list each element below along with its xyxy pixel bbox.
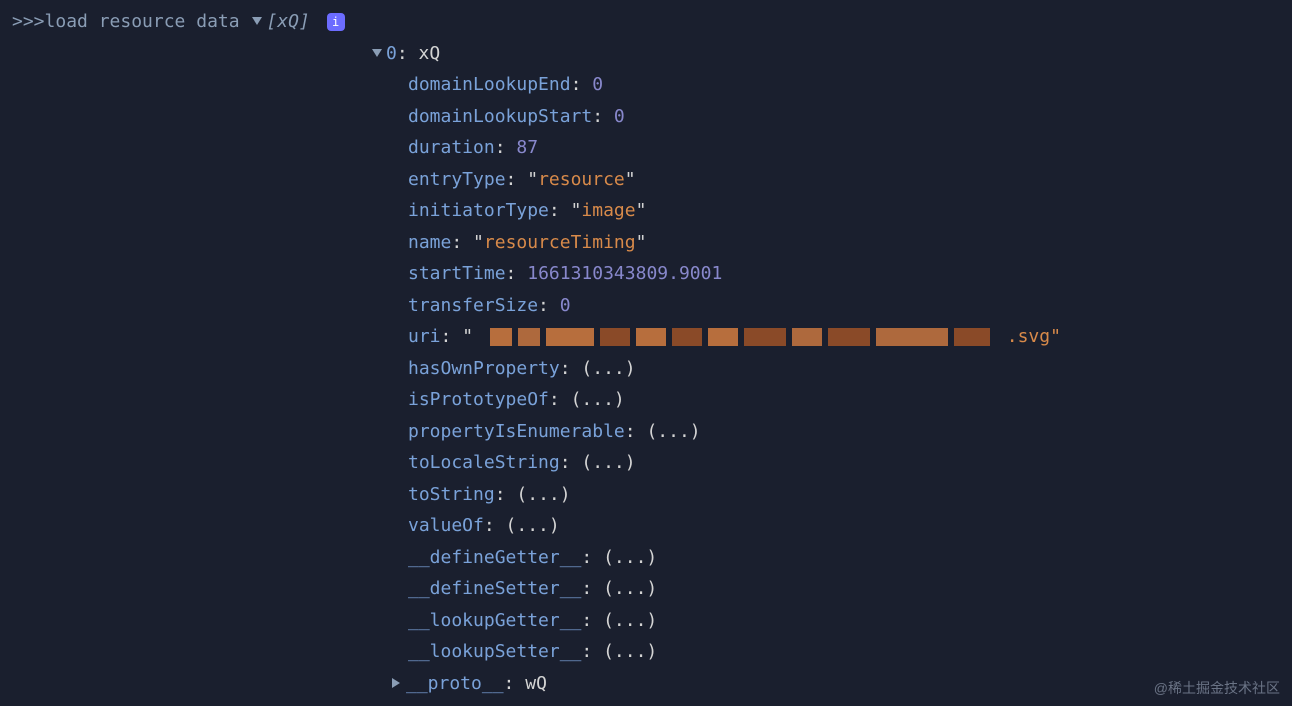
info-icon[interactable]: i — [327, 13, 345, 31]
redacted-uri — [490, 328, 990, 346]
prop-initiatorType[interactable]: initiatorType: "image" — [12, 195, 1280, 227]
prop-name[interactable]: name: "resourceTiming" — [12, 227, 1280, 259]
prop-uri[interactable]: uri: " .svg" — [12, 321, 1280, 353]
uri-suffix: .svg" — [1007, 326, 1061, 347]
prop-isPrototypeOf[interactable]: isPrototypeOf: (...) — [12, 384, 1280, 416]
prop-domainLookupEnd[interactable]: domainLookupEnd: 0 — [12, 69, 1280, 101]
prop-lookupSetter[interactable]: __lookupSetter__: (...) — [12, 636, 1280, 668]
prop-duration[interactable]: duration: 87 — [12, 132, 1280, 164]
array-entry-0[interactable]: 0: xQ — [12, 38, 1280, 70]
prop-hasOwnProperty[interactable]: hasOwnProperty: (...) — [12, 353, 1280, 385]
entry-index: 0 — [386, 43, 397, 64]
entry-type: xQ — [419, 43, 441, 64]
prompt: >>> — [12, 11, 45, 32]
prop-toLocaleString[interactable]: toLocaleString: (...) — [12, 447, 1280, 479]
expand-icon[interactable] — [252, 17, 262, 25]
prop-transferSize[interactable]: transferSize: 0 — [12, 290, 1280, 322]
prop-toString[interactable]: toString: (...) — [12, 479, 1280, 511]
prop-defineGetter[interactable]: __defineGetter__: (...) — [12, 542, 1280, 574]
prop-propertyIsEnumerable[interactable]: propertyIsEnumerable: (...) — [12, 416, 1280, 448]
object-summary[interactable]: [xQ] — [266, 11, 309, 32]
prop-entryType[interactable]: entryType: "resource" — [12, 164, 1280, 196]
prop-valueOf[interactable]: valueOf: (...) — [12, 510, 1280, 542]
console-output: >>>load resource data [xQ] i 0: xQ domai… — [0, 0, 1292, 705]
command-text: load resource data — [45, 11, 240, 32]
prop-lookupGetter[interactable]: __lookupGetter__: (...) — [12, 605, 1280, 637]
prop-startTime[interactable]: startTime: 1661310343809.9001 — [12, 258, 1280, 290]
prop-proto[interactable]: __proto__: wQ — [12, 668, 1280, 700]
collapse-icon[interactable] — [392, 678, 400, 688]
prop-domainLookupStart[interactable]: domainLookupStart: 0 — [12, 101, 1280, 133]
command-line: >>>load resource data [xQ] i — [12, 6, 1280, 38]
prop-defineSetter[interactable]: __defineSetter__: (...) — [12, 573, 1280, 605]
watermark: @稀土掘金技术社区 — [1154, 676, 1280, 701]
expand-icon[interactable] — [372, 49, 382, 57]
